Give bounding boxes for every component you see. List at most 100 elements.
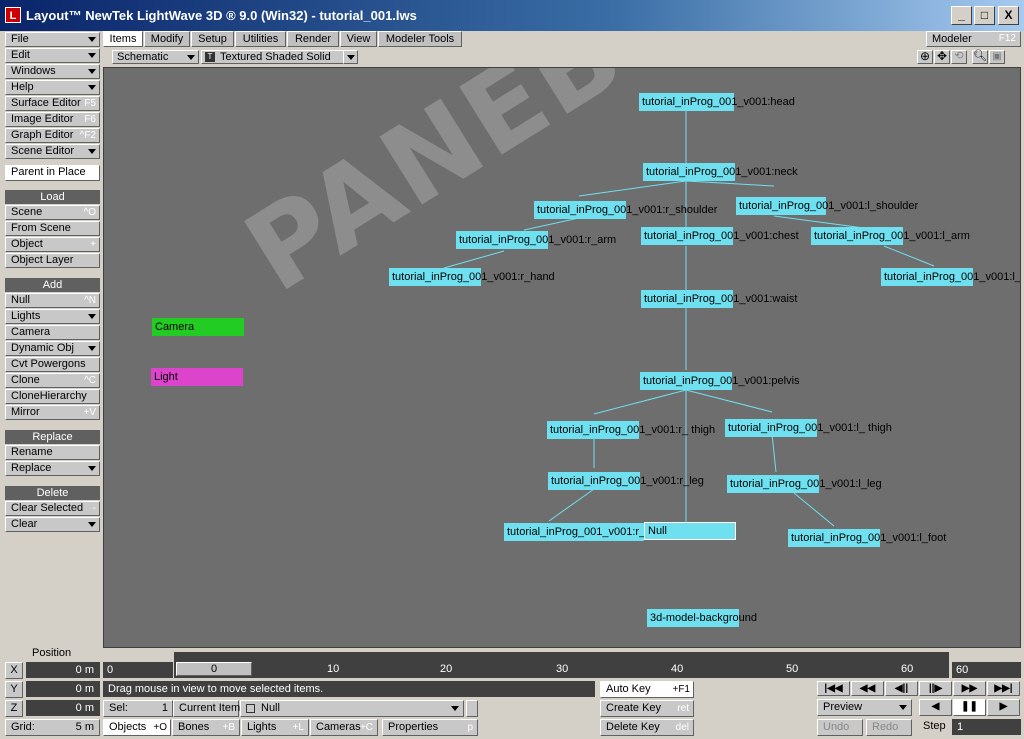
image-editor-button[interactable]: Image Editor F6 <box>5 112 100 127</box>
properties-button[interactable]: Properties p <box>382 719 478 736</box>
grid-size-field[interactable]: Grid: 5 m <box>5 719 100 736</box>
add-null-button[interactable]: Null ^N <box>5 293 100 308</box>
tab-modify[interactable]: Modify <box>144 31 190 47</box>
add-lights-menu[interactable]: Lights <box>5 309 100 324</box>
last-frame-icon[interactable]: ▶▶| <box>987 681 1020 696</box>
mirror-button[interactable]: Mirror +V <box>5 405 100 420</box>
lights-mode-button[interactable]: Lights +L <box>241 719 309 736</box>
play-reverse-icon[interactable]: ◀ <box>919 699 952 716</box>
timeline-slider[interactable]: 0 <box>176 662 252 676</box>
bone-node-l-leg[interactable]: tutorial_inProg_001_v001:l_leg <box>727 475 882 493</box>
bone-node-neck[interactable]: tutorial_inProg_001_v001:neck <box>643 163 798 181</box>
next-key-icon[interactable]: ▶▶ <box>953 681 986 696</box>
bone-node-l-hand[interactable]: tutorial_inProg_001_v001:l_h <box>881 268 1020 286</box>
close-button[interactable]: X <box>998 6 1019 25</box>
load-from-scene-button[interactable]: From Scene <box>5 221 100 236</box>
preview-menu[interactable]: Preview <box>817 699 912 716</box>
light-node[interactable]: Light <box>151 368 243 386</box>
next-frame-icon[interactable]: ||▶ <box>919 681 952 696</box>
render-mode-dropdown[interactable] <box>343 50 358 64</box>
zoom-icon[interactable]: 🔍︎ <box>972 50 988 64</box>
modeler-button[interactable]: Modeler F12 <box>926 31 1021 47</box>
bone-node-r-foot[interactable]: tutorial_inProg_001_v001:r_f <box>504 523 644 541</box>
center-view-icon[interactable]: ⊕ <box>917 50 933 64</box>
current-item-select[interactable]: Null <box>240 700 464 717</box>
play-icon[interactable]: ▶ <box>987 699 1020 716</box>
bone-node-r-thigh[interactable]: tutorial_inProg_001_v001:r_ thigh <box>547 421 715 439</box>
tab-setup[interactable]: Setup <box>191 31 234 47</box>
parent-in-place-toggle[interactable]: Parent in Place <box>5 165 100 181</box>
bone-node-l-thigh[interactable]: tutorial_inProg_001_v001:l_ thigh <box>725 419 892 437</box>
clear-menu[interactable]: Clear <box>5 517 100 532</box>
tab-utilities[interactable]: Utilities <box>235 31 286 47</box>
bone-node-chest[interactable]: tutorial_inProg_001_v001:chest <box>641 227 799 245</box>
cameras-mode-button[interactable]: Cameras +C <box>310 719 378 736</box>
load-scene-button[interactable]: Scene ^O <box>5 205 100 220</box>
help-menu[interactable]: Help <box>5 80 100 95</box>
bone-node-r-arm[interactable]: tutorial_inProg_001_v001:r_arm <box>456 231 616 249</box>
clone-hierarchy-button[interactable]: CloneHierarchy <box>5 389 100 404</box>
pause-icon[interactable]: ❚❚ <box>953 699 986 716</box>
minimize-button[interactable]: _ <box>951 6 972 25</box>
z-axis-toggle[interactable]: Z <box>5 700 23 717</box>
maximize-button[interactable]: □ <box>974 6 995 25</box>
replace-menu[interactable]: Replace <box>5 461 100 476</box>
x-axis-toggle[interactable]: X <box>5 662 23 679</box>
scene-editor-button[interactable]: Scene Editor <box>5 144 100 159</box>
surface-editor-button[interactable]: Surface Editor F5 <box>5 96 100 111</box>
rename-button[interactable]: Rename <box>5 445 100 460</box>
item-picker-button[interactable] <box>466 700 478 717</box>
auto-key-toggle[interactable]: Auto Key +F1 <box>600 681 694 698</box>
bone-node-pelvis[interactable]: tutorial_inProg_001_v001:pelvis <box>640 372 800 390</box>
step-field[interactable]: 1 <box>952 719 1021 735</box>
schematic-viewport[interactable]: PANEBIANCO3D.COM tutorial_inProg_001_v00… <box>103 67 1021 648</box>
graph-editor-button[interactable]: Graph Editor ^F2 <box>5 128 100 143</box>
tab-items[interactable]: Items <box>103 31 143 47</box>
bone-node-waist[interactable]: tutorial_inProg_001_v001:waist <box>641 290 798 308</box>
background-object-node[interactable]: 3d-model-background <box>647 609 757 627</box>
view-mode-select[interactable]: Schematic <box>112 50 199 64</box>
objects-mode-button[interactable]: Objects +O <box>103 719 171 736</box>
y-axis-toggle[interactable]: Y <box>5 681 23 698</box>
timeline-end-field[interactable]: 60 <box>952 662 1021 678</box>
add-dynamic-obj-menu[interactable]: Dynamic Obj <box>5 341 100 356</box>
clear-selected-button[interactable]: Clear Selected - <box>5 501 100 516</box>
create-key-button[interactable]: Create Key ret <box>600 700 694 717</box>
z-position-field[interactable]: 0 m <box>26 700 100 716</box>
delete-key-button[interactable]: Delete Key del <box>600 719 694 736</box>
redo-button[interactable]: Redo <box>866 719 912 736</box>
bone-node-l-foot[interactable]: tutorial_inProg_001_v001:l_foot <box>788 529 946 547</box>
maximize-viewport-icon[interactable]: ▣ <box>989 50 1005 64</box>
null-node[interactable]: Null <box>644 522 736 540</box>
load-object-button[interactable]: Object + <box>5 237 100 252</box>
bones-mode-button[interactable]: Bones +B <box>172 719 240 736</box>
app-icon[interactable]: L <box>5 7 21 23</box>
bone-node-r-hand[interactable]: tutorial_inProg_001_v001:r_hand <box>389 268 555 286</box>
move-view-icon[interactable]: ✥ <box>934 50 950 64</box>
file-menu[interactable]: File <box>5 32 100 47</box>
camera-node[interactable]: Camera <box>152 318 244 336</box>
y-position-field[interactable]: 0 m <box>26 681 100 697</box>
clone-button[interactable]: Clone ^C <box>5 373 100 388</box>
first-frame-icon[interactable]: |◀◀ <box>817 681 850 696</box>
rotate-view-icon[interactable]: ⟲ <box>951 50 967 64</box>
windows-menu[interactable]: Windows <box>5 64 100 79</box>
tab-render[interactable]: Render <box>287 31 339 47</box>
undo-button[interactable]: Undo <box>817 719 863 736</box>
previous-key-icon[interactable]: ◀◀ <box>851 681 884 696</box>
add-camera-button[interactable]: Camera <box>5 325 100 340</box>
previous-frame-icon[interactable]: ◀|| <box>885 681 918 696</box>
load-object-layer-button[interactable]: Object Layer <box>5 253 100 268</box>
bone-node-r-shoulder[interactable]: tutorial_inProg_001_v001:r_shoulder <box>534 201 717 219</box>
timeline-start-field[interactable]: 0 <box>103 662 173 678</box>
bone-node-r-leg[interactable]: tutorial_inProg_001_v001:r_leg <box>548 472 704 490</box>
edit-menu[interactable]: Edit <box>5 48 100 63</box>
tab-modeler-tools[interactable]: Modeler Tools <box>378 31 462 47</box>
x-position-field[interactable]: 0 m <box>26 662 100 678</box>
bone-node-l-arm[interactable]: tutorial_inProg_001_v001:l_arm <box>811 227 970 245</box>
tab-view[interactable]: View <box>340 31 377 47</box>
bone-node-l-shoulder[interactable]: tutorial_inProg_001_v001:l_shoulder <box>736 197 918 215</box>
cvt-powergons-button[interactable]: Cvt Powergons <box>5 357 100 372</box>
render-mode-select[interactable]: T Textured Shaded Solid <box>201 50 356 64</box>
bone-node-head[interactable]: tutorial_inProg_001_v001:head <box>639 93 795 111</box>
